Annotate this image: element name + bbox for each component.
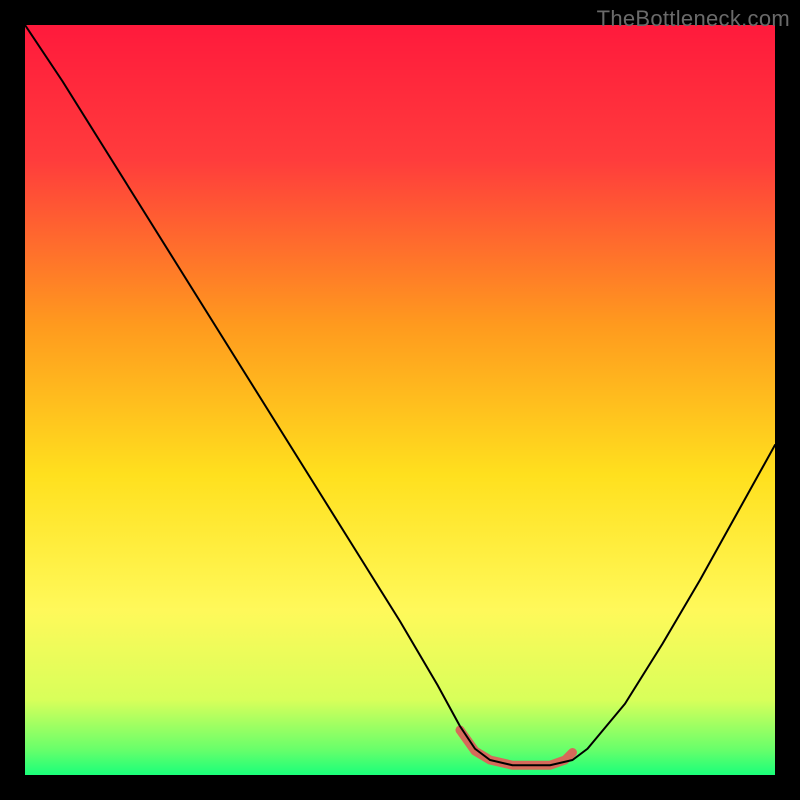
gradient-background — [25, 25, 775, 775]
chart-svg — [25, 25, 775, 775]
watermark-text: TheBottleneck.com — [597, 6, 790, 32]
bottleneck-chart — [25, 25, 775, 775]
chart-container: TheBottleneck.com — [0, 0, 800, 800]
